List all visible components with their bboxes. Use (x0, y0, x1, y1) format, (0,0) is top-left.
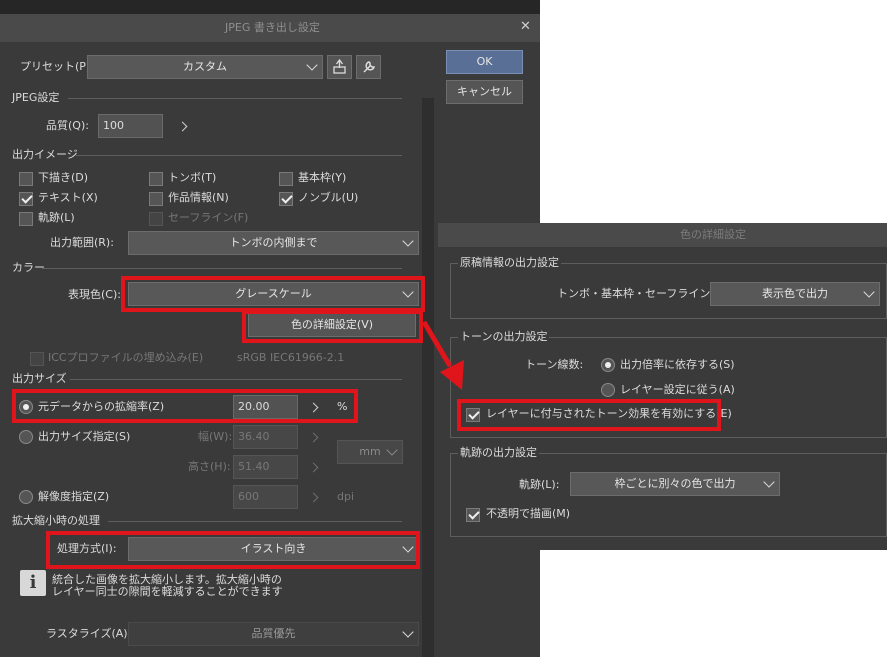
highlight-processing (46, 531, 420, 569)
chevron-down-icon (863, 286, 875, 298)
preset-select[interactable]: カスタム (87, 55, 323, 79)
add-preset-icon (333, 58, 346, 74)
checkbox-work-info[interactable] (149, 192, 163, 206)
info-line-2: レイヤー同士の隙間を軽減することができます (52, 585, 283, 598)
output-image-section-title: 出力イメージ (12, 148, 78, 161)
checkbox-trim-marks[interactable] (149, 172, 163, 186)
info-icon: i (20, 570, 46, 596)
unit-select[interactable]: mm (337, 440, 403, 464)
chevron-down-icon (402, 626, 414, 638)
chevron-down-icon (402, 235, 414, 247)
rasterize-select[interactable]: 品質優先 (128, 622, 419, 646)
chevron-down-icon (386, 444, 398, 456)
width-input[interactable]: 36.40 (233, 425, 298, 449)
ok-button[interactable]: OK (446, 50, 523, 74)
preset-label: プリセット(P): (20, 60, 94, 73)
height-label: 高さ(H): (188, 460, 231, 473)
icc-label: ICCプロファイルの埋め込み(E) (48, 351, 204, 364)
scaling-section-title: 拡大縮小時の処理 (12, 514, 100, 527)
arrow-icon (421, 320, 464, 390)
width-value: 36.40 (238, 430, 270, 443)
chevron-down-icon (306, 59, 318, 71)
size-spec-label: 出力サイズ指定(S) (38, 430, 131, 443)
dialog-title: JPEG 書き出し設定 (225, 21, 320, 34)
unit-value: mm (359, 445, 381, 458)
trim-value: 表示色で出力 (762, 287, 828, 300)
checkbox-draft[interactable] (19, 172, 33, 186)
highlight-tone-effect (457, 399, 721, 431)
checkbox-text-label: テキスト(X) (38, 191, 98, 204)
radio-tone-output-scale[interactable] (601, 358, 615, 372)
trace-select[interactable]: 枠ごとに別々の色で出力 (570, 472, 780, 496)
color-section-title: カラー (12, 261, 45, 274)
tone-option-1: 出力倍率に依存する(S) (620, 358, 735, 371)
quality-value: 100 (103, 119, 124, 132)
close-icon[interactable]: ✕ (520, 20, 531, 34)
resolution-value: 600 (238, 490, 259, 503)
divider (68, 98, 402, 99)
trim-label: トンボ・基本枠・セーフライン(T): (557, 287, 730, 300)
radio-size-spec[interactable] (19, 430, 33, 444)
checkbox-draft-label: 下描き(D) (38, 171, 89, 184)
checkbox-basic-frame[interactable] (279, 172, 293, 186)
quality-input[interactable]: 100 (98, 114, 163, 138)
tone-option-2: レイヤー設定に従う(A) (620, 383, 735, 396)
divider (76, 155, 402, 156)
checkbox-page-number[interactable] (279, 192, 293, 206)
top-strip (0, 0, 540, 14)
output-range-label: 出力範囲(R): (50, 236, 114, 249)
color-detail-title: 色の詳細設定 (680, 228, 746, 241)
divider (70, 379, 402, 380)
expression-color-label: 表現色(C): (68, 288, 121, 301)
checkbox-opaque[interactable] (466, 508, 480, 522)
quality-label: 品質(Q): (46, 119, 89, 132)
height-value: 51.40 (238, 460, 270, 473)
manuscript-section-title: 原稿情報の出力設定 (458, 256, 561, 270)
opaque-label: 不透明で描画(M) (486, 507, 571, 520)
wrench-icon (363, 61, 376, 73)
rasterize-value: 品質優先 (251, 627, 296, 640)
rasterize-label: ラスタライズ(A): (46, 627, 132, 640)
checkbox-text[interactable] (19, 192, 33, 206)
width-label: 幅(W): (198, 430, 233, 443)
checkbox-trace-label: 軌跡(L) (38, 211, 75, 224)
highlight-scale (12, 389, 358, 423)
checkbox-icc-profile[interactable] (30, 352, 44, 366)
resolution-label: 解像度指定(Z) (38, 490, 110, 503)
trim-select[interactable]: 表示色で出力 (710, 282, 880, 306)
tone-lines-label: トーン線数: (525, 358, 584, 371)
radio-tone-layer-setting[interactable] (601, 383, 615, 397)
trace-section-title: 軌跡の出力設定 (458, 446, 539, 460)
checkbox-basic-frame-label: 基本枠(Y) (298, 171, 347, 184)
chevron-down-icon (763, 476, 775, 488)
icc-value: sRGB IEC61966-2.1 (237, 351, 345, 364)
checkbox-safe-line[interactable] (149, 212, 163, 226)
dpi-label: dpi (337, 490, 355, 503)
trace-label: 軌跡(L): (519, 478, 560, 491)
jpeg-section-title: JPEG設定 (12, 91, 60, 104)
output-size-section-title: 出力サイズ (12, 372, 67, 385)
cancel-button[interactable]: キャンセル (446, 80, 523, 104)
preset-value: カスタム (183, 60, 227, 73)
checkbox-trace[interactable] (19, 212, 33, 226)
radio-resolution[interactable] (19, 490, 33, 504)
divider (108, 521, 402, 522)
highlight-color-detail-button (242, 310, 423, 343)
output-range-value: トンボの内側まで (229, 236, 318, 249)
checkbox-work-info-label: 作品情報(N) (168, 191, 229, 204)
checkbox-trim-marks-label: トンボ(T) (168, 171, 217, 184)
resolution-input[interactable]: 600 (233, 485, 298, 509)
preset-settings-button[interactable] (356, 55, 381, 79)
trace-value: 枠ごとに別々の色で出力 (614, 477, 736, 490)
divider (42, 268, 402, 269)
output-range-select[interactable]: トンボの内側まで (128, 231, 419, 255)
add-preset-button[interactable] (327, 55, 352, 79)
height-input[interactable]: 51.40 (233, 455, 298, 479)
dialog-titlebar: JPEG 書き出し設定 ✕ (0, 14, 540, 42)
checkbox-page-number-label: ノンブル(U) (298, 191, 359, 204)
color-detail-titlebar: 色の詳細設定 (438, 223, 887, 247)
highlight-expression-color (121, 276, 425, 312)
checkbox-safe-line-label: セーフライン(F) (168, 211, 249, 224)
